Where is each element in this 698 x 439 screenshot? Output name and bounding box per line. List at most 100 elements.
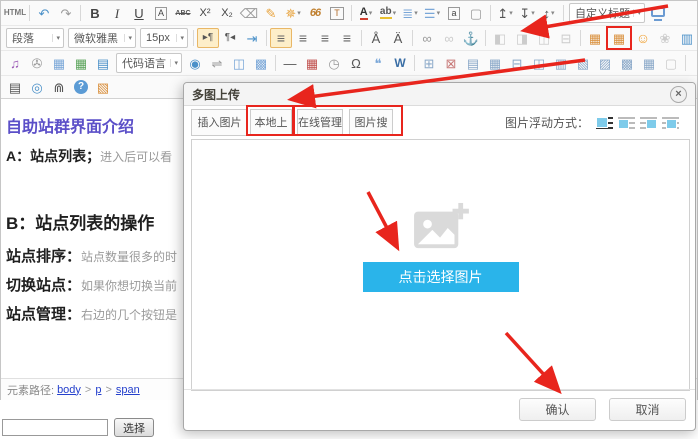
ordered-list-button[interactable]: ≣▾: [399, 3, 421, 23]
scrawl-button[interactable]: ❀: [654, 28, 676, 48]
insert-date-button[interactable]: ▦: [301, 53, 323, 73]
doc-gray-button[interactable]: ▢: [660, 53, 682, 73]
line-height-button[interactable]: ↕▾: [538, 3, 560, 23]
float-right-icon[interactable]: [640, 116, 657, 130]
table-average-button[interactable]: ▦: [638, 53, 660, 73]
delete-col-button[interactable]: ▩: [616, 53, 638, 73]
element-path-link-p[interactable]: p: [95, 384, 101, 396]
float-left-icon[interactable]: [618, 116, 635, 130]
format-brush-button[interactable]: ✎: [260, 3, 282, 23]
letter-spacing-decrease-button[interactable]: Ä: [387, 28, 409, 48]
help-button[interactable]: ?: [70, 77, 92, 97]
close-icon[interactable]: ×: [670, 86, 687, 103]
element-path-link-span[interactable]: span: [116, 384, 140, 396]
insert-row-button[interactable]: ◫: [528, 53, 550, 73]
merge-down-button[interactable]: ⊟: [506, 53, 528, 73]
strikethrough-button[interactable]: ABC: [172, 3, 194, 23]
paragraph-spacing-bottom-button[interactable]: ↧▾: [516, 3, 538, 23]
insert-time-button[interactable]: ◷: [323, 53, 345, 73]
float-center-icon[interactable]: [662, 116, 679, 130]
paste-text-button[interactable]: T: [326, 3, 348, 23]
font-family-select[interactable]: 微软雅黑▾: [68, 28, 136, 48]
paste-button[interactable]: ▧: [92, 77, 114, 97]
dialog-tab-图片搜索[interactable]: 图片搜索: [349, 109, 393, 136]
unordered-list-button[interactable]: ☰▾: [421, 3, 443, 23]
blockquote-button[interactable]: 66: [304, 3, 326, 23]
align-center-button[interactable]: ≡: [292, 28, 314, 48]
insert-code-button[interactable]: ◉: [184, 53, 206, 73]
insert-map-button[interactable]: ▦: [70, 53, 92, 73]
music-button[interactable]: ♫: [4, 53, 26, 73]
insert-col-button[interactable]: ▥: [550, 53, 572, 73]
align-justify-button[interactable]: ≡: [336, 28, 358, 48]
find-replace-button[interactable]: ⋒: [48, 77, 70, 97]
cancel-button[interactable]: 取消: [609, 398, 686, 421]
element-path-link-body[interactable]: body: [57, 384, 81, 396]
image-align-center-button[interactable]: ◫: [533, 28, 555, 48]
auto-typeset-button[interactable]: a: [443, 3, 465, 23]
image-align-right-button[interactable]: ◨: [511, 28, 533, 48]
font-color-button[interactable]: A▾: [355, 3, 377, 23]
word-image-button[interactable]: ▩: [250, 53, 272, 73]
underline-button[interactable]: U: [128, 3, 150, 23]
fullscreen-button[interactable]: [647, 3, 669, 23]
align-right-button[interactable]: ≡: [314, 28, 336, 48]
redo-button[interactable]: ↷: [55, 3, 77, 23]
font-border-button[interactable]: A: [150, 3, 172, 23]
word-import-button[interactable]: W: [389, 53, 411, 73]
custom-title-select[interactable]: 自定义标题▾: [569, 3, 645, 23]
code-language-select[interactable]: 代码语言▾: [116, 53, 182, 73]
merge-right-button[interactable]: ▦: [484, 53, 506, 73]
insert-image-button[interactable]: ▦: [584, 28, 606, 48]
image-align-left-button[interactable]: ◧: [489, 28, 511, 48]
horizontal-rule-button[interactable]: —: [279, 53, 301, 73]
rtl-button[interactable]: ¶◂: [219, 28, 241, 48]
dialog-tab-本地上传[interactable]: 本地上传: [250, 109, 292, 136]
print-button[interactable]: ▤: [4, 77, 26, 97]
background-color-button[interactable]: ab▾: [377, 3, 399, 23]
image-align-block-button[interactable]: ⊟: [555, 28, 577, 48]
insert-video-button[interactable]: ▥: [676, 28, 698, 48]
split-cell-button[interactable]: ▧: [572, 53, 594, 73]
multi-image-upload-button[interactable]: ▦: [606, 26, 632, 50]
page-break-button[interactable]: ⇌: [206, 53, 228, 73]
comment-button[interactable]: ❝: [367, 53, 389, 73]
dialog-tab-插入图片[interactable]: 插入图片: [191, 109, 248, 136]
emoticon-button[interactable]: ☺: [632, 28, 654, 48]
italic-button[interactable]: I: [106, 3, 128, 23]
subscript-button[interactable]: X₂: [216, 3, 238, 23]
float-default-icon[interactable]: [596, 116, 613, 130]
unlink-button[interactable]: ∞: [438, 28, 460, 48]
anchor-button[interactable]: ⚓: [460, 28, 482, 48]
superscript-button[interactable]: X²: [194, 3, 216, 23]
eraser-button[interactable]: ⌫: [238, 3, 260, 23]
indent-button[interactable]: ⇥: [241, 28, 263, 48]
align-left-button[interactable]: ≡: [270, 28, 292, 48]
delete-table-button[interactable]: ⊠: [440, 53, 462, 73]
ltr-button[interactable]: ▸¶: [197, 28, 219, 48]
link-button[interactable]: ∞: [416, 28, 438, 48]
choose-image-button[interactable]: 点击选择图片: [363, 262, 519, 292]
special-char-button[interactable]: Ω: [345, 53, 367, 73]
attachment-button[interactable]: ✇: [26, 53, 48, 73]
auto-format-button[interactable]: ✵▾: [282, 3, 304, 23]
dialog-tab-在线管理[interactable]: 在线管理: [297, 109, 343, 136]
delete-row-button[interactable]: ▨: [594, 53, 616, 73]
insert-snapshot-button[interactable]: ▤: [92, 53, 114, 73]
file-path-input[interactable]: [2, 419, 108, 436]
source-code-button[interactable]: HTML: [4, 3, 26, 23]
insert-picture-button[interactable]: ▦: [48, 53, 70, 73]
paragraph-select[interactable]: 段落▾: [6, 28, 64, 48]
bold-button[interactable]: B: [84, 3, 106, 23]
table-title-button[interactable]: ▤: [462, 53, 484, 73]
preview-button[interactable]: ◎: [26, 77, 48, 97]
letter-spacing-increase-button[interactable]: Å: [365, 28, 387, 48]
paragraph-spacing-top-button[interactable]: ↥▾: [494, 3, 516, 23]
insert-table-button[interactable]: ⊞: [418, 53, 440, 73]
new-doc-button[interactable]: ▢: [465, 3, 487, 23]
font-size-select[interactable]: 15px▾: [140, 28, 188, 48]
editor-content[interactable]: 自助站群界面介绍 A：站点列表；进入后可以看B：站点列表的操作站点排序：站点数量…: [6, 113, 183, 332]
file-select-button[interactable]: 选择: [114, 418, 154, 437]
insert-template-button[interactable]: ◫: [228, 53, 250, 73]
confirm-button[interactable]: 确认: [519, 398, 596, 421]
